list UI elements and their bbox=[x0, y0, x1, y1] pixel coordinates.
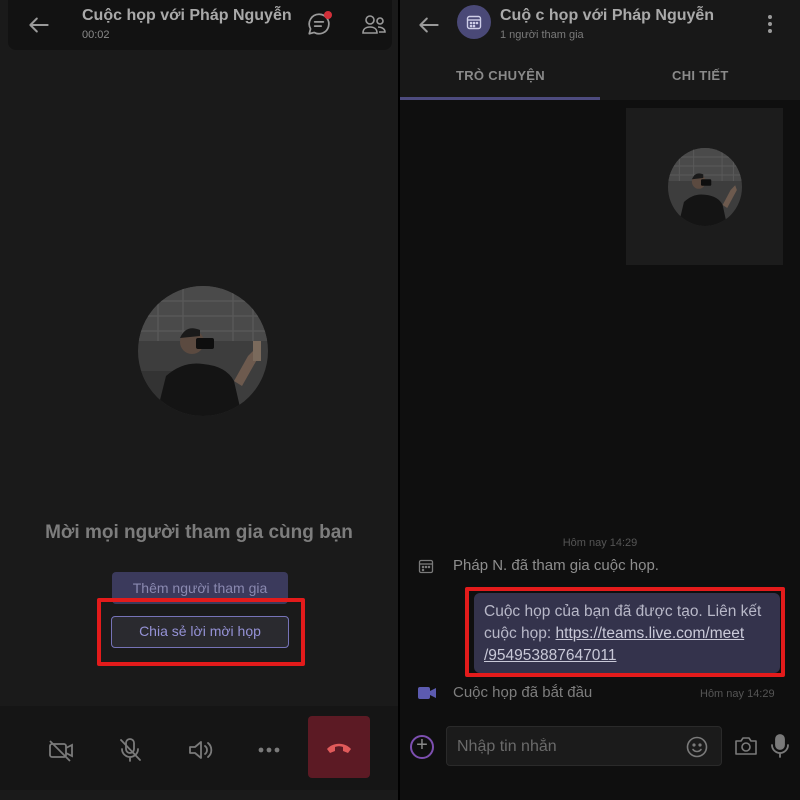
participant-count: 1 người tham gia bbox=[500, 29, 584, 41]
message-text: cuộc họp: bbox=[484, 625, 556, 642]
add-participants-button[interactable]: Thêm người tham gia bbox=[112, 572, 288, 604]
shared-image-card[interactable] bbox=[626, 108, 783, 265]
chat-header: Cuộ c họp với Pháp Nguyễn 1 người tham g… bbox=[400, 0, 800, 100]
back-arrow-icon[interactable] bbox=[26, 12, 52, 38]
video-camera-icon bbox=[418, 687, 436, 699]
meeting-link[interactable]: https://teams.live.com/meet bbox=[556, 625, 745, 642]
tab-chat[interactable]: TRÒ CHUYỆN bbox=[456, 68, 545, 83]
message-bubble[interactable]: Cuộc họp của bạn đã được tạo. Liên kết c… bbox=[474, 593, 780, 673]
back-arrow-icon[interactable] bbox=[416, 12, 442, 38]
call-screen: Cuộc họp với Pháp Nguyễn 00:02 Mời mọi n… bbox=[0, 0, 398, 800]
camera-icon[interactable] bbox=[734, 735, 758, 757]
kebab-menu-icon[interactable] bbox=[760, 12, 780, 36]
participant-avatar bbox=[668, 148, 742, 226]
more-icon[interactable] bbox=[255, 736, 283, 764]
call-title: Cuộc họp với Pháp Nguyễn bbox=[82, 7, 292, 24]
message-timestamp: Hôm nay 14:29 bbox=[562, 537, 638, 549]
microphone-icon[interactable] bbox=[770, 733, 790, 759]
meeting-avatar bbox=[457, 5, 491, 39]
video-off-icon[interactable] bbox=[47, 736, 75, 764]
plus-icon: + bbox=[416, 734, 428, 756]
meeting-started-time: Hôm nay 14:29 bbox=[700, 688, 775, 700]
speaker-icon[interactable] bbox=[186, 736, 214, 764]
tab-details[interactable]: CHI TIẾT bbox=[672, 68, 729, 83]
chat-title: Cuộ c họp với Pháp Nguyễn bbox=[500, 7, 715, 24]
emoji-icon[interactable] bbox=[685, 735, 709, 759]
system-message: Pháp N. đã tham gia cuộc họp. bbox=[453, 557, 659, 574]
add-attachment-button[interactable]: + bbox=[410, 734, 434, 759]
calendar-icon bbox=[466, 15, 482, 30]
active-tab-indicator bbox=[400, 97, 600, 100]
participants-icon[interactable] bbox=[360, 11, 388, 39]
share-invite-button[interactable]: Chia sẻ lời mời họp bbox=[111, 616, 289, 648]
hang-up-button[interactable] bbox=[308, 716, 370, 778]
meeting-started-message: Cuộc họp đã bắt đầu bbox=[453, 684, 593, 701]
unread-dot bbox=[324, 11, 332, 19]
invite-heading: Mời mọi người tham gia cùng bạn bbox=[45, 522, 353, 543]
call-timer: 00:02 bbox=[82, 29, 110, 41]
compose-bar: + bbox=[400, 720, 800, 800]
meeting-link[interactable]: /954953887647011 bbox=[484, 647, 616, 664]
message-text: Cuộc họp của bạn đã được tạo. Liên kết bbox=[484, 603, 762, 620]
message-input[interactable] bbox=[457, 735, 677, 759]
chat-screen: Cuộ c họp với Pháp Nguyễn 1 người tham g… bbox=[400, 0, 800, 800]
hang-up-icon bbox=[327, 743, 351, 753]
mic-off-icon[interactable] bbox=[116, 736, 144, 764]
participant-avatar bbox=[138, 286, 268, 416]
call-header: Cuộc họp với Pháp Nguyễn 00:02 bbox=[8, 0, 392, 50]
calendar-icon bbox=[418, 559, 434, 574]
message-input-box[interactable] bbox=[446, 726, 722, 766]
